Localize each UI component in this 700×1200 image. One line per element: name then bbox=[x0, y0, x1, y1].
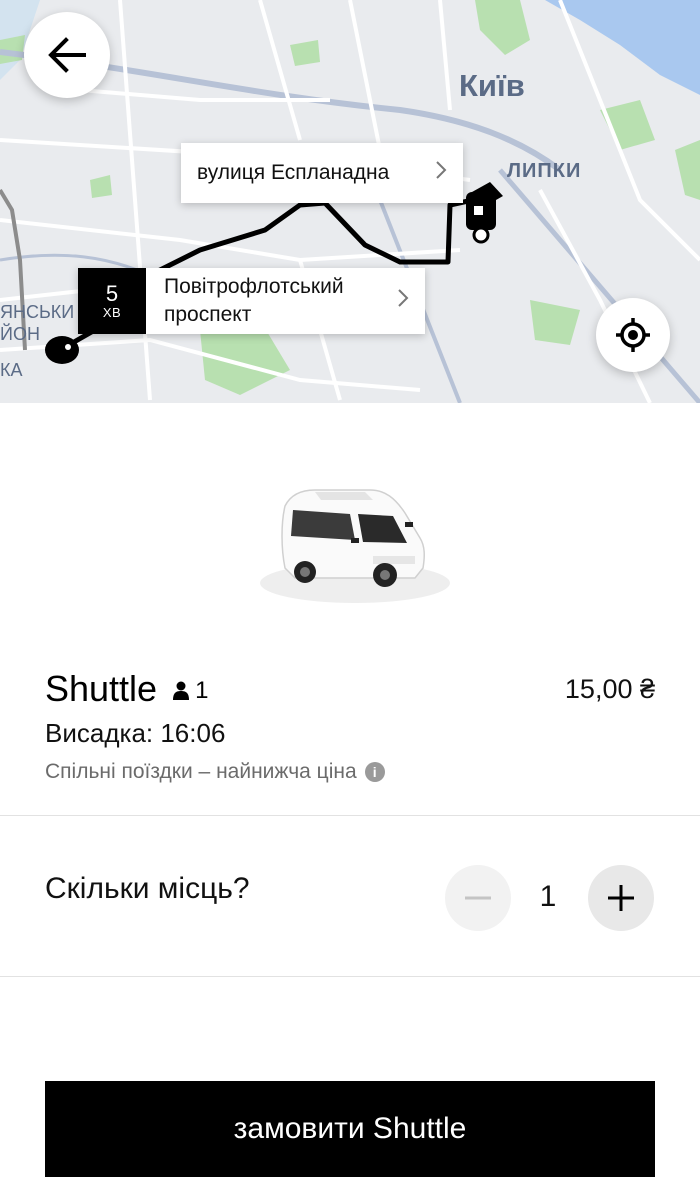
chevron-right-icon bbox=[397, 287, 409, 315]
edge-label-1: ЯНСЬКИ bbox=[0, 302, 75, 322]
eta-unit: ХВ bbox=[102, 305, 122, 320]
ride-description-row: Спільні поїздки – найнижча ціна i bbox=[45, 760, 385, 784]
back-button[interactable] bbox=[24, 12, 110, 98]
map[interactable]: Київ ЛИПКИ ЯНСЬКИ ЙОН КА вулиця Еспланад… bbox=[0, 0, 700, 403]
eta-badge: 5 ХВ bbox=[78, 268, 146, 334]
dropoff-time: Висадка: 16:06 bbox=[45, 718, 226, 748]
arrow-left-icon bbox=[48, 37, 86, 73]
ride-description: Спільні поїздки – найнижча ціна bbox=[45, 760, 357, 783]
divider-bottom bbox=[0, 976, 700, 977]
edge-label-2: ЙОН bbox=[0, 324, 40, 344]
pickup-label: Повітрофлотський проспект bbox=[164, 275, 344, 326]
district-label: ЛИПКИ bbox=[507, 160, 582, 182]
capacity-value: 1 bbox=[195, 677, 209, 704]
ride-title-row: Shuttle 1 bbox=[45, 668, 208, 710]
locate-me-button[interactable] bbox=[596, 298, 670, 372]
seat-capacity: 1 bbox=[173, 677, 208, 705]
seats-question: Скільки місць? bbox=[45, 872, 250, 905]
city-label: Київ bbox=[459, 68, 525, 103]
seat-count: 1 bbox=[539, 880, 557, 913]
order-shuttle-button[interactable]: замовити Shuttle bbox=[45, 1081, 655, 1177]
divider-top bbox=[0, 815, 700, 816]
ride-price: 15,00 ₴ bbox=[564, 674, 655, 704]
info-icon[interactable]: i bbox=[364, 762, 385, 782]
decrease-seats-button[interactable] bbox=[445, 865, 511, 931]
person-icon bbox=[173, 681, 190, 700]
eta-value: 5 bbox=[105, 281, 119, 306]
shuttle-van-image bbox=[260, 489, 450, 603]
chevron-right-icon bbox=[435, 159, 447, 187]
edge-label-3: КА bbox=[0, 360, 23, 380]
minus-icon bbox=[465, 896, 491, 900]
crosshair-icon bbox=[616, 318, 650, 352]
pickup-callout[interactable]: 5 ХВ Повітрофлотський проспект bbox=[78, 268, 425, 334]
plus-icon bbox=[608, 885, 634, 911]
destination-callout[interactable]: вулиця Еспланадна bbox=[181, 143, 463, 203]
destination-label: вулиця Еспланадна bbox=[197, 161, 390, 184]
ride-name: Shuttle bbox=[45, 668, 158, 709]
increase-seats-button[interactable] bbox=[588, 865, 654, 931]
